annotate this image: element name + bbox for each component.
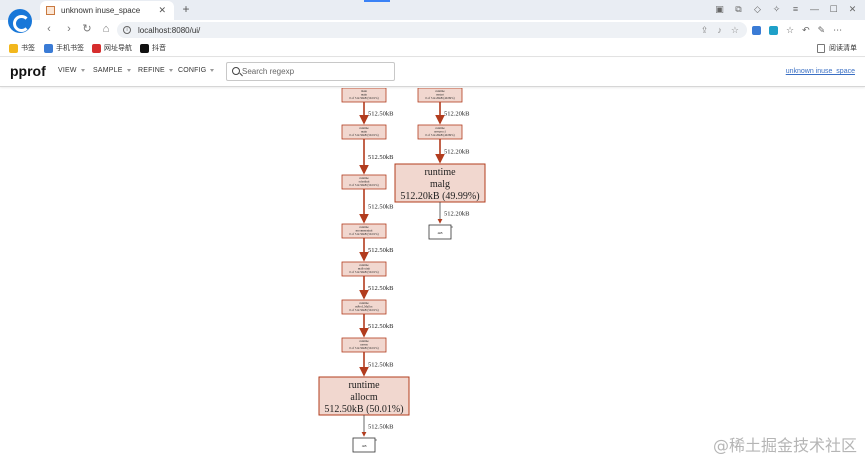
reading-list[interactable]: 阅读清单	[817, 43, 857, 53]
extensions-icon[interactable]: ✧	[770, 2, 783, 16]
bookmark-label: 网址导航	[104, 45, 132, 52]
toolbar-extensions: ☆ ↶ ✎ ⋯	[752, 22, 842, 38]
graph-node-detail: 0 of 512.20kB (49.99%)	[425, 96, 454, 100]
graph-node-function: allocm	[350, 392, 377, 403]
browser-window: unknown inuse_space ✕ + ▣ ⧉ ◇ ✧ ≡ — ☐ ✕ …	[0, 0, 865, 462]
reading-list-label: 阅读清单	[829, 45, 857, 52]
profile-link[interactable]: unknown inuse_space	[786, 68, 855, 75]
graph-node-detail: 0 of 512.50kB (50.01%)	[349, 96, 378, 100]
shield-icon[interactable]: ◇	[751, 2, 764, 16]
graph-node-detail: 0 of 512.20kB (49.99%)	[425, 133, 454, 137]
share-icon[interactable]: ⇪	[701, 25, 709, 36]
app-title: pprof	[10, 63, 46, 79]
menu-refine[interactable]: REFINE	[138, 67, 173, 74]
graph-sink-label: 1kB	[361, 444, 366, 448]
forward-icon[interactable]: ›	[62, 22, 76, 36]
graph-node-detail: 0 of 512.50kB (50.01%)	[349, 133, 378, 137]
graph-edge-label: 512.50kB	[368, 154, 394, 161]
phone-bookmark-icon	[44, 43, 53, 53]
minimize-icon[interactable]: —	[808, 2, 821, 16]
menu-view[interactable]: VIEW	[58, 67, 85, 74]
menu-sample[interactable]: SAMPLE	[93, 67, 131, 74]
bookmark-label: 书签	[21, 45, 35, 52]
site-info-icon[interactable]: i	[123, 26, 131, 34]
graph-node-package: runtime	[424, 167, 456, 178]
graph-node-detail: 0 of 512.50kB (50.01%)	[349, 232, 378, 236]
douyin-icon	[140, 43, 149, 53]
graph-node-detail: 0 of 512.50kB (50.01%)	[349, 270, 378, 274]
address-toolbar: ‹ › ↻ ⌂ i localhost:8080/ui/ ⇪ ♪ ☆ ☆ ↶ ✎…	[0, 20, 865, 40]
bookmark-item[interactable]: 手机书签	[44, 43, 84, 53]
window-controls: ▣ ⧉ ◇ ✧ ≡ — ☐ ✕	[713, 2, 859, 16]
bookmark-item[interactable]: 抖音	[140, 43, 166, 53]
graph-sink-label: 4kB	[437, 231, 442, 235]
tab-title: unknown inuse_space	[61, 6, 141, 15]
browser-logo-icon	[8, 9, 32, 33]
graph-node-value: 512.50kB (50.01%)	[324, 404, 403, 415]
read-aloud-icon[interactable]: ♪	[717, 25, 722, 35]
search-box	[226, 62, 395, 81]
pprof-favicon-icon	[46, 6, 55, 15]
graph-edge-label: 512.20kB	[444, 211, 470, 218]
bookmark-item[interactable]: 书签	[9, 43, 35, 53]
graph-edge-label: 512.20kB	[444, 111, 470, 118]
bookmark-label: 抖音	[152, 45, 166, 52]
search-input[interactable]	[242, 65, 392, 78]
bookmarks-bar: 书签 手机书签 网址导航 抖音 阅读清单	[0, 40, 865, 57]
graph-node-function: malg	[430, 179, 450, 190]
pen-icon[interactable]: ✎	[818, 25, 826, 36]
tab-close-icon[interactable]: ✕	[156, 5, 168, 16]
extension-icon[interactable]	[752, 25, 761, 35]
new-tab-icon[interactable]: +	[179, 2, 193, 16]
graph-edge-label: 512.50kB	[368, 424, 394, 431]
pprof-header: pprof VIEW SAMPLE REFINE CONFIG unknown …	[0, 58, 865, 87]
graph-node-detail: 0 of 512.50kB (50.01%)	[349, 308, 378, 312]
favorites-icon[interactable]: ☆	[786, 25, 794, 36]
more-icon[interactable]: ⋯	[833, 25, 842, 36]
undo-icon[interactable]: ↶	[802, 25, 810, 36]
graph-edge-label: 512.20kB	[444, 149, 470, 156]
close-window-icon[interactable]: ✕	[846, 2, 859, 16]
menu-icon[interactable]: ≡	[789, 2, 802, 16]
graph-edge-label: 512.50kB	[368, 323, 394, 330]
graph-edge-label: 512.50kB	[368, 362, 394, 369]
address-bar[interactable]: i localhost:8080/ui/ ⇪ ♪ ☆	[117, 22, 747, 38]
menu-config[interactable]: CONFIG	[178, 67, 214, 74]
address-bar-icons: ⇪ ♪ ☆	[701, 22, 739, 38]
extension-icon[interactable]	[769, 25, 778, 35]
graph-edge-label: 512.50kB	[368, 285, 394, 292]
reload-icon[interactable]: ↻	[80, 22, 94, 36]
favorite-star-icon[interactable]: ☆	[731, 25, 739, 36]
graph-edge-label: 512.50kB	[368, 247, 394, 254]
graph-node-detail: 0 of 512.50kB (50.01%)	[349, 183, 378, 187]
call-graph-svg: mainmain0 of 512.50kB (50.01%)512.50kBru…	[318, 88, 486, 453]
reading-list-icon	[817, 43, 825, 53]
tab-indicator	[364, 0, 390, 2]
call-graph[interactable]: main main 0 of 512.50kB (50.01%) 512.50kB ru…	[0, 88, 865, 462]
graph-node-package: runtime	[348, 380, 380, 391]
bookmark-item[interactable]: 网址导航	[92, 43, 132, 53]
collections-icon[interactable]: ⧉	[732, 2, 745, 16]
tab-actions-icon[interactable]: ▣	[713, 2, 726, 16]
tab-strip: unknown inuse_space ✕ + ▣ ⧉ ◇ ✧ ≡ — ☐ ✕	[0, 0, 865, 20]
bookmark-label: 手机书签	[56, 45, 84, 52]
graph-edge-label: 512.50kB	[368, 204, 394, 211]
browser-tab[interactable]: unknown inuse_space ✕	[40, 1, 174, 20]
maximize-icon[interactable]: ☐	[827, 2, 840, 16]
nav-site-icon	[92, 43, 101, 53]
address-url: localhost:8080/ui/	[138, 25, 201, 35]
graph-node-value: 512.20kB (49.99%)	[400, 191, 479, 202]
search-icon	[232, 67, 240, 75]
star-icon	[9, 43, 18, 53]
back-icon[interactable]: ‹	[42, 22, 56, 36]
home-icon[interactable]: ⌂	[99, 22, 113, 36]
graph-edge-label: 512.50kB	[368, 111, 394, 118]
graph-node-detail: 0 of 512.50kB (50.01%)	[349, 346, 378, 350]
watermark: @稀土掘金技术社区	[712, 436, 857, 455]
